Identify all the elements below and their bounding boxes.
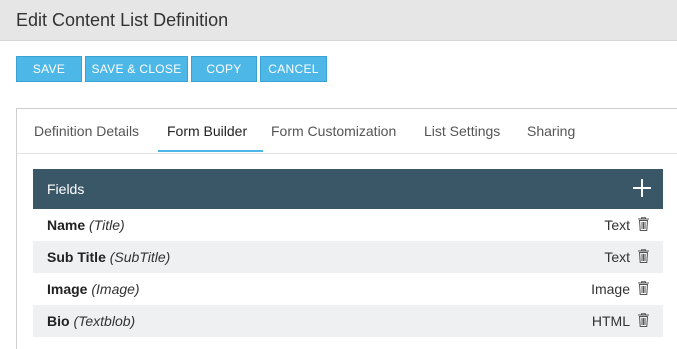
active-tab-indicator (158, 150, 263, 152)
field-type: Image (591, 281, 630, 297)
trash-icon[interactable] (638, 249, 649, 263)
field-type: Text (604, 217, 630, 233)
field-key: (SubTitle) (109, 249, 171, 265)
copy-button[interactable]: COPY (191, 56, 257, 82)
field-name: Sub Title (SubTitle) (47, 249, 171, 265)
field-type: HTML (591, 313, 630, 329)
cancel-button[interactable]: CANCEL (260, 56, 327, 82)
save-button[interactable]: SAVE (16, 56, 82, 82)
trash-icon[interactable] (638, 281, 649, 295)
save-and-close-button[interactable]: SAVE & CLOSE (85, 56, 188, 82)
plus-icon[interactable] (633, 179, 651, 197)
tab-definition-details[interactable]: Definition Details (34, 123, 139, 139)
fields-header-label: Fields (47, 181, 85, 197)
field-name: Bio (Textblob) (47, 313, 136, 329)
title-bar: Edit Content List Definition (0, 0, 677, 41)
page-title: Edit Content List Definition (16, 10, 229, 30)
field-type: Text (604, 249, 630, 265)
trash-icon[interactable] (638, 313, 649, 327)
field-row-name[interactable]: Name (Title) Text (33, 209, 663, 241)
tab-list-settings[interactable]: List Settings (424, 123, 500, 139)
field-key: (Image) (91, 281, 140, 297)
field-key: (Title) (89, 217, 125, 233)
field-row-subtitle[interactable]: Sub Title (SubTitle) Text (33, 241, 663, 273)
tab-form-customization[interactable]: Form Customization (271, 123, 396, 139)
trash-icon[interactable] (638, 217, 649, 231)
fields-header: Fields (33, 169, 663, 209)
tab-sharing[interactable]: Sharing (527, 123, 575, 139)
field-row-bio[interactable]: Bio (Textblob) HTML (33, 305, 663, 337)
tab-bar: Definition Details Form Builder Form Cus… (17, 109, 677, 154)
field-row-image[interactable]: Image (Image) Image (33, 273, 663, 305)
tab-form-builder[interactable]: Form Builder (167, 123, 247, 139)
field-name: Image (Image) (47, 281, 140, 297)
field-name: Name (Title) (47, 217, 125, 233)
field-key: (Textblob) (73, 313, 136, 329)
